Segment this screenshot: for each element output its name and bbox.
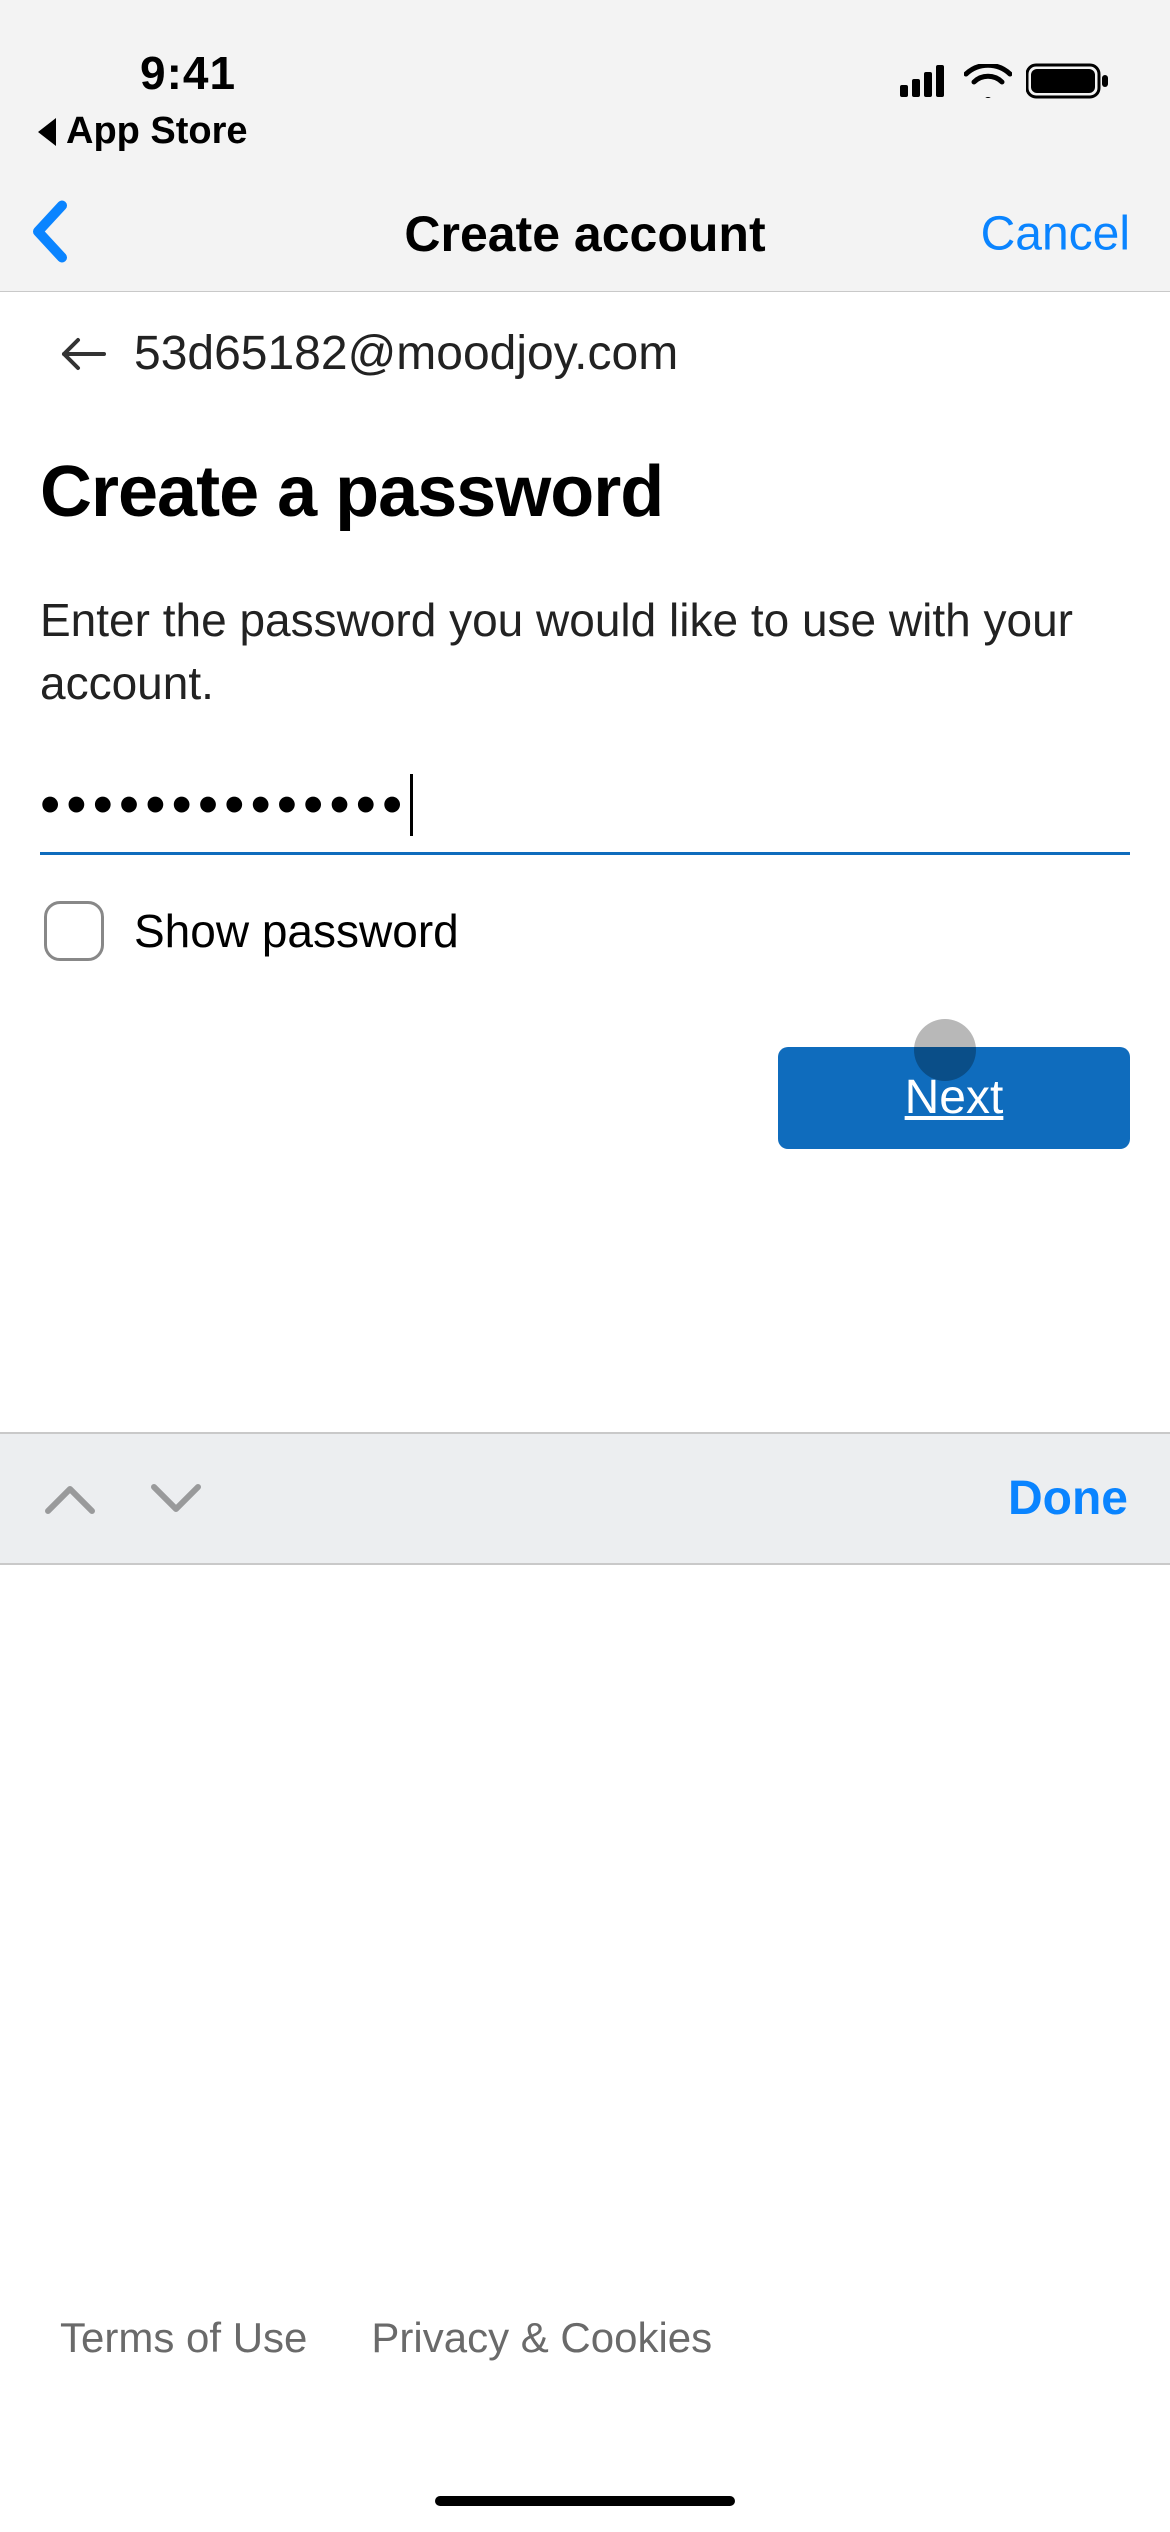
next-row: Next [40, 961, 1130, 1149]
chevron-up-icon[interactable] [42, 1481, 98, 1517]
page-title: Create a password [40, 411, 1130, 533]
status-bar: 9:41 [0, 0, 1170, 100]
nav-title: Create account [404, 205, 765, 263]
content: 53d65182@moodjoy.com Create a password E… [0, 292, 1170, 1149]
nav-back-button[interactable] [30, 200, 68, 269]
touch-indicator [914, 1019, 976, 1081]
password-input[interactable]: •••••••••••••• [40, 774, 1130, 855]
keyboard-done-button[interactable]: Done [1008, 1471, 1128, 1526]
show-password-label: Show password [134, 904, 459, 958]
keyboard-accessory-bar: Done [0, 1432, 1170, 1565]
status-time: 9:41 [140, 46, 236, 100]
chevron-left-icon [30, 200, 68, 264]
show-password-row[interactable]: Show password [40, 855, 1130, 961]
footer-links: Terms of Use Privacy & Cookies [60, 2314, 712, 2362]
arrow-left-icon [58, 334, 106, 374]
nav-bar: Create account Cancel [0, 177, 1170, 292]
back-to-appstore-breadcrumb[interactable]: App Store [0, 100, 1170, 177]
status-icons [900, 62, 1120, 100]
cancel-button[interactable]: Cancel [981, 207, 1130, 262]
back-triangle-icon [38, 118, 56, 146]
password-value-masked: •••••••••••••• [40, 776, 408, 834]
chevron-down-icon[interactable] [148, 1481, 204, 1517]
next-button[interactable]: Next [778, 1047, 1130, 1149]
instruction-text: Enter the password you would like to use… [40, 533, 1130, 716]
privacy-link[interactable]: Privacy & Cookies [371, 2314, 712, 2362]
battery-icon [1026, 62, 1110, 100]
form-nav-arrows [42, 1481, 204, 1517]
email-display: 53d65182@moodjoy.com [134, 326, 678, 381]
cellular-icon [900, 65, 950, 97]
show-password-checkbox[interactable] [44, 901, 104, 961]
text-cursor [410, 774, 413, 836]
home-indicator[interactable] [435, 2496, 735, 2506]
email-back-row[interactable]: 53d65182@moodjoy.com [40, 292, 1130, 411]
breadcrumb-label: App Store [66, 110, 248, 153]
wifi-icon [964, 64, 1012, 98]
terms-link[interactable]: Terms of Use [60, 2314, 307, 2362]
